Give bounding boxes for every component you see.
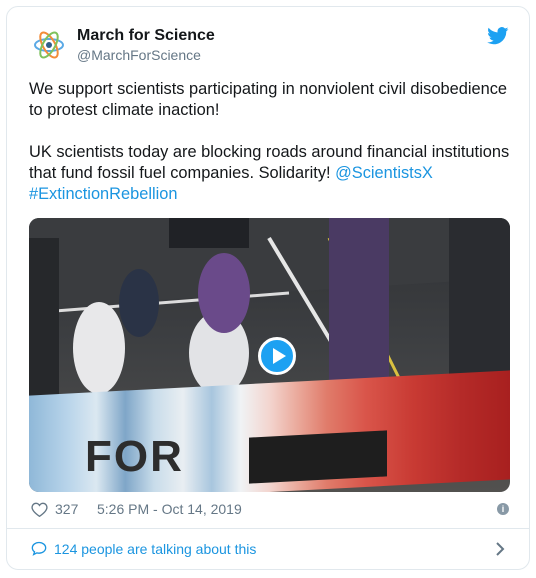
tweet-meta: 327 5:26 PM - Oct 14, 2019 i — [7, 499, 529, 521]
speech-bubble-icon — [31, 541, 47, 556]
like-count[interactable]: 327 — [55, 501, 78, 517]
atom-logo-icon — [34, 31, 64, 59]
tweet-paragraph-2: UK scientists today are blocking roads a… — [29, 142, 511, 205]
tweet-timestamp[interactable]: 5:26 PM - Oct 14, 2019 — [97, 501, 242, 517]
tweet-header: March for Science @MarchForScience — [7, 7, 529, 67]
author-name[interactable]: March for Science — [77, 27, 215, 45]
conversation-footer[interactable]: 124 people are talking about this — [7, 529, 529, 569]
play-icon[interactable] — [258, 337, 296, 375]
avatar[interactable] — [31, 27, 67, 63]
author-handle[interactable]: @MarchForScience — [77, 47, 201, 63]
tweet-paragraph-2-text: UK scientists today are blocking roads a… — [29, 143, 510, 182]
tweet-paragraph-1: We support scientists participating in n… — [29, 80, 508, 119]
chevron-right-icon[interactable] — [495, 542, 505, 556]
heart-icon[interactable] — [31, 502, 48, 517]
extinction-rebellion-logo — [249, 430, 387, 484]
tweet-card[interactable]: March for Science @MarchForScience We su… — [6, 6, 530, 570]
tweet-text: We support scientists participating in n… — [29, 79, 511, 205]
hashtag-link[interactable]: #ExtinctionRebellion — [29, 185, 178, 203]
twitter-bird-icon[interactable] — [487, 27, 509, 45]
banner-text: FOR — [85, 432, 184, 481]
conversation-link[interactable]: 124 people are talking about this — [54, 541, 256, 557]
info-icon[interactable]: i — [497, 503, 509, 515]
video-player[interactable]: FOR — [29, 218, 510, 492]
mention-link[interactable]: @ScientistsX — [335, 164, 433, 182]
